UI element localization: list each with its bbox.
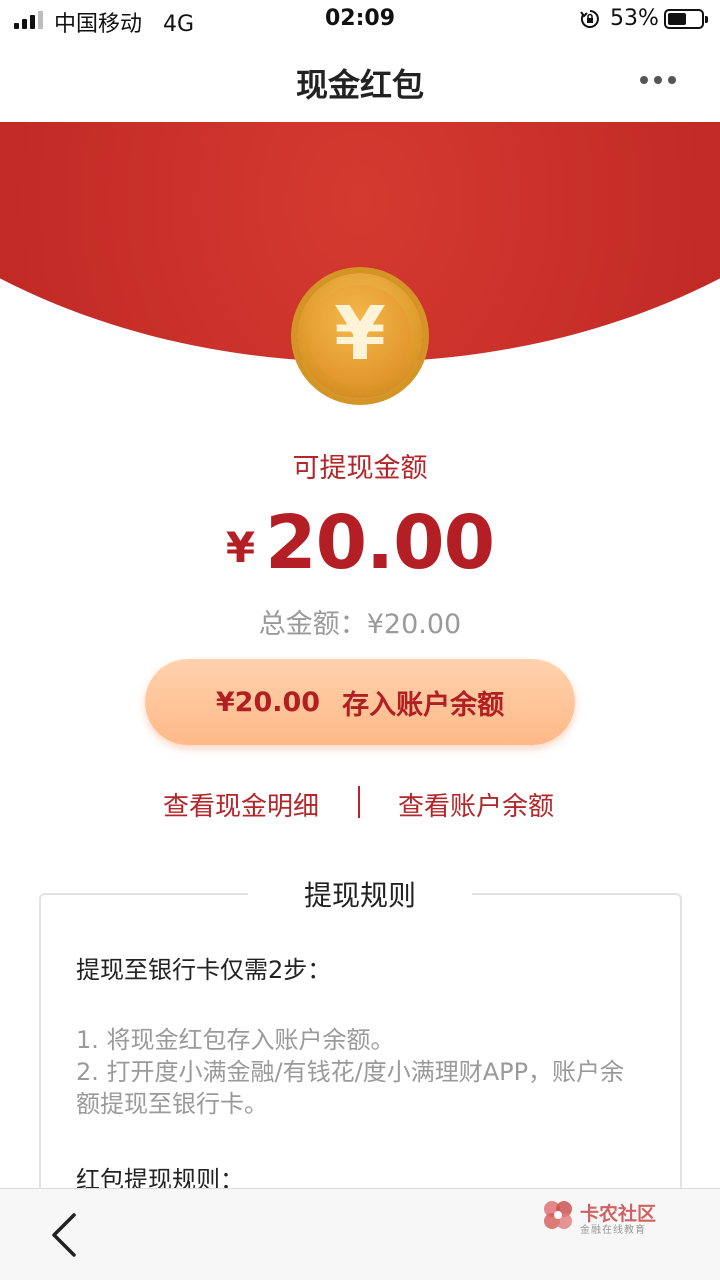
rules-step-1: 1. 将现金红包存入账户余额。: [76, 1026, 395, 1054]
battery-icon: [664, 9, 708, 29]
deposit-button-label: 存入账户余额: [342, 689, 505, 721]
rules-step-2: 2. 打开度小满金融/有钱花/度小满理财APP，账户余额提现至银行卡。: [76, 1058, 625, 1118]
deposit-to-balance-button[interactable]: ¥20.00 存入账户余额: [145, 659, 575, 745]
rules-bank-heading: 提现至银行卡仅需2步：: [76, 956, 332, 984]
rotation-lock-icon: [580, 10, 599, 28]
page-title: 现金红包: [295, 66, 424, 104]
yuan-symbol: ¥: [334, 291, 386, 377]
withdrawable-amount: ¥20.00: [0, 500, 720, 586]
bottom-toolbar: 卡农社区 金融在线教育: [0, 1188, 720, 1280]
more-icon[interactable]: [640, 76, 676, 86]
rules-title: 提现规则: [0, 874, 720, 914]
withdrawable-label: 可提现金额: [292, 453, 428, 484]
back-icon[interactable]: [44, 1211, 84, 1259]
nav-bar: 现金红包: [0, 40, 720, 122]
rules-steps: 1. 将现金红包存入账户余额。 2. 打开度小满金融/有钱花/度小满理财APP，…: [76, 1024, 646, 1120]
watermark: 卡农社区 金融在线教育: [540, 1197, 690, 1237]
view-account-balance-link[interactable]: 查看账户余额: [398, 786, 554, 823]
link-divider: [358, 786, 360, 818]
deposit-button-amount: ¥20.00: [215, 686, 321, 718]
watermark-logo-icon: [544, 1201, 572, 1229]
yuan-coin-icon: ¥: [297, 273, 423, 399]
status-bar: 中国移动 4G 02:09 53%: [0, 0, 720, 40]
currency-symbol: ¥: [225, 523, 256, 572]
amount-value: 20.00: [265, 500, 495, 586]
total-amount: 总金额：¥20.00: [258, 609, 462, 640]
battery-percent: 53%: [610, 6, 659, 31]
view-cash-detail-link[interactable]: 查看现金明细: [163, 786, 319, 823]
action-links: 查看现金明细 查看账户余额: [0, 782, 720, 822]
watermark-subtitle: 金融在线教育: [580, 1225, 646, 1236]
